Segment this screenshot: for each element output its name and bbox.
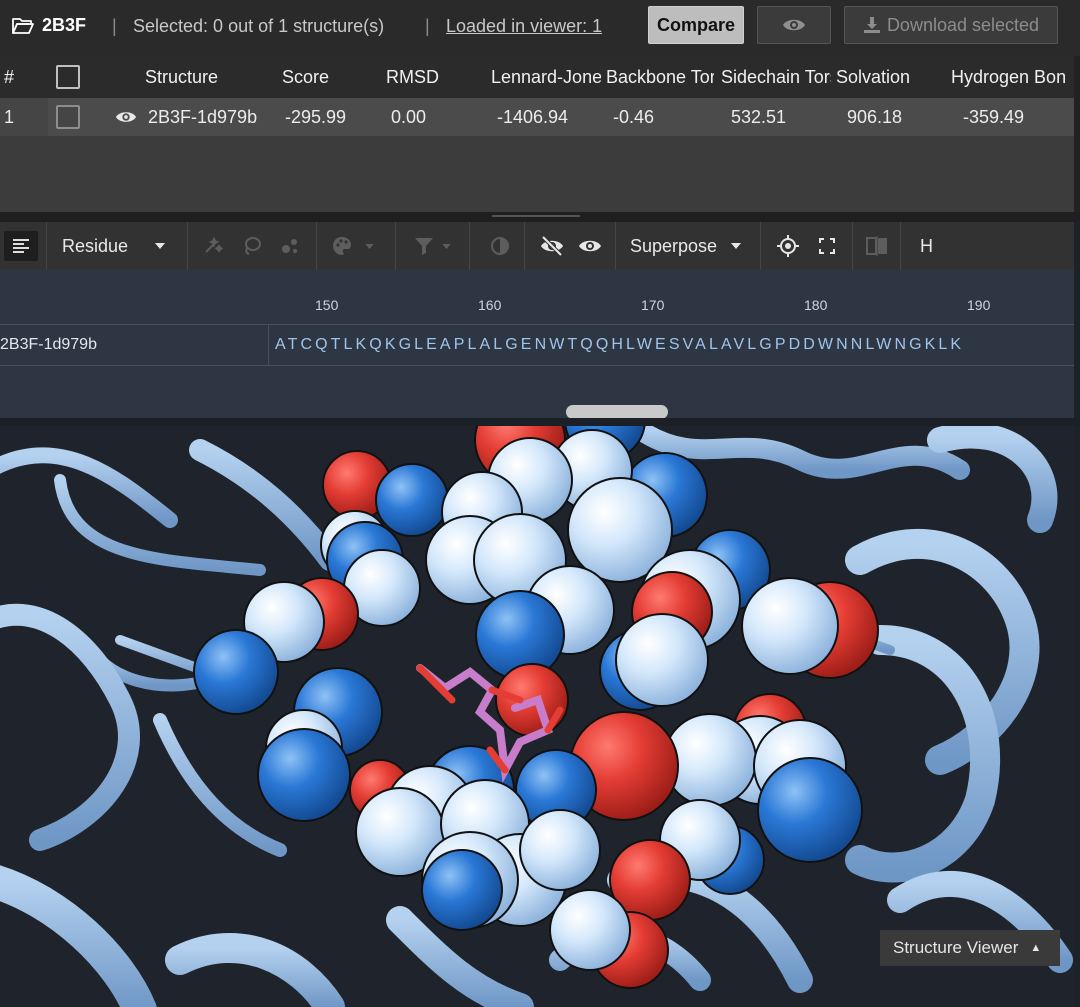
solvation-value: 906.18	[847, 107, 903, 127]
compare-label: Compare	[656, 14, 736, 35]
column-header-lennard-jones[interactable]: Lennard-Jones	[491, 67, 601, 88]
resize-grip[interactable]	[492, 215, 580, 217]
superpose-dropdown[interactable]: Superpose	[616, 222, 761, 270]
caret-down-icon	[442, 244, 451, 249]
structure-viewer-dropdown[interactable]: Structure Viewer ▲	[880, 930, 1060, 966]
superpose-label: Superpose	[630, 236, 718, 256]
separator: |	[112, 16, 117, 36]
toolbar-group	[525, 222, 616, 270]
fullscreen-icon[interactable]	[819, 238, 835, 254]
backbone-torsion-value: -0.46	[613, 107, 655, 127]
lasso-icon[interactable]	[242, 236, 262, 256]
hydrogen-bond-value: -359.49	[963, 107, 1025, 127]
lennard-jones-value: -1406.94	[497, 107, 569, 127]
eye-icon	[783, 19, 805, 31]
project-breadcrumb[interactable]: 2B3F	[12, 15, 86, 36]
sequence-row[interactable]: 2B3F-1d979b ATCQTLKQKGLEAPLALGENWTQQHLWE…	[0, 324, 1074, 366]
split-view-icon[interactable]	[866, 236, 888, 256]
toggle-visibility-button[interactable]	[757, 6, 831, 44]
atoms-icon[interactable]	[280, 236, 300, 256]
divider	[268, 325, 269, 365]
column-header-score[interactable]: Score	[282, 67, 352, 88]
row-checkbox[interactable]	[56, 105, 80, 129]
table-scrollbar[interactable]	[1074, 56, 1080, 216]
text-align-button[interactable]	[4, 231, 38, 261]
sequence-panel: 150 160 170 180 190 2B3F-1d979b ATCQTLKQ…	[0, 270, 1074, 418]
ruler-tick: 150	[315, 297, 339, 313]
sequence-scrollbar[interactable]	[566, 405, 668, 419]
panel-resize-handle[interactable]	[0, 418, 1080, 426]
residue-dropdown[interactable]: Residue	[47, 222, 188, 270]
download-label: Download selected	[886, 14, 1040, 35]
column-header-backbone-torsion[interactable]: Backbone Torsion	[606, 67, 714, 88]
structure-name[interactable]: 2B3F-1d979b	[148, 107, 257, 128]
column-header-sidechain-torsion[interactable]: Sidechain Torsion	[721, 67, 831, 88]
toolbar-group	[188, 222, 317, 270]
toolbar-group	[0, 222, 47, 270]
toolbar-group	[470, 222, 525, 270]
table-row[interactable]: 1 2B3F-1d979b -295.99 0.00 -1406.94 -0.4…	[0, 98, 1074, 136]
ruler-tick: 180	[804, 297, 828, 313]
ruler-tick: 170	[641, 297, 665, 313]
caret-down-icon	[731, 243, 741, 249]
filter-dropdown[interactable]	[396, 222, 470, 270]
toolbar-group	[761, 222, 853, 270]
sequence-toolbar: Residue Superpose H	[0, 222, 1074, 270]
crosshair-icon[interactable]	[777, 235, 799, 257]
caret-up-icon: ▲	[1030, 942, 1042, 954]
rmsd-value: 0.00	[391, 107, 427, 127]
row-index: 1	[4, 107, 15, 127]
compare-button[interactable]: Compare	[648, 6, 744, 44]
ruler-tick: 160	[478, 297, 502, 313]
results-table: # Structure Score RMSD Lennard-Jones Bac…	[0, 56, 1074, 212]
caret-down-icon	[365, 244, 374, 249]
molecule-render[interactable]	[0, 426, 1074, 1007]
sequence-name[interactable]: 2B3F-1d979b	[0, 336, 97, 354]
column-header-solvation[interactable]: Solvation	[836, 67, 936, 88]
column-header-index[interactable]: #	[4, 67, 24, 88]
residue-label: Residue	[62, 236, 129, 256]
loaded-in-viewer-link[interactable]: Loaded in viewer: 1	[446, 16, 602, 37]
separator: |	[425, 16, 430, 36]
toolbar-group	[853, 222, 901, 270]
structure-viewer-label: Structure Viewer	[893, 938, 1019, 957]
download-icon	[863, 17, 880, 33]
caret-down-icon	[155, 243, 165, 249]
download-selected-button[interactable]: Download selected	[844, 6, 1058, 44]
text-align-left-icon	[13, 239, 29, 253]
color-dropdown[interactable]	[317, 222, 396, 270]
hydrogen-toggle[interactable]: H	[920, 236, 933, 257]
table-header: # Structure Score RMSD Lennard-Jones Bac…	[0, 56, 1074, 98]
selection-count: Selected: 0 out of 1 structure(s)	[133, 16, 385, 36]
wand-icon[interactable]	[204, 236, 224, 256]
contrast-icon[interactable]	[490, 236, 510, 256]
score-value: -295.99	[285, 107, 347, 127]
column-header-structure[interactable]: Structure	[145, 67, 245, 88]
sidechain-torsion-value: 532.51	[731, 107, 787, 127]
column-header-hydrogen-bond[interactable]: Hydrogen Bond	[951, 67, 1066, 88]
structure-viewer[interactable]	[0, 426, 1074, 1007]
column-header-rmsd[interactable]: RMSD	[386, 67, 456, 88]
filter-icon	[415, 238, 433, 255]
eye-slash-icon[interactable]	[540, 236, 564, 256]
palette-icon	[333, 237, 351, 255]
top-bar: 2B3F | Selected: 0 out of 1 structure(s)…	[0, 0, 1080, 56]
ruler-tick: 190	[967, 297, 991, 313]
folder-open-icon	[12, 17, 34, 34]
eye-icon[interactable]	[578, 237, 602, 255]
sequence-residues[interactable]: ATCQTLKQKGLEAPLALGENWTQQHLWESVALAVLGPDDW…	[275, 336, 964, 354]
eye-icon[interactable]	[115, 109, 137, 125]
select-all-checkbox[interactable]	[56, 65, 80, 89]
panel-resize-handle[interactable]	[0, 212, 1080, 222]
project-name: 2B3F	[42, 15, 87, 35]
